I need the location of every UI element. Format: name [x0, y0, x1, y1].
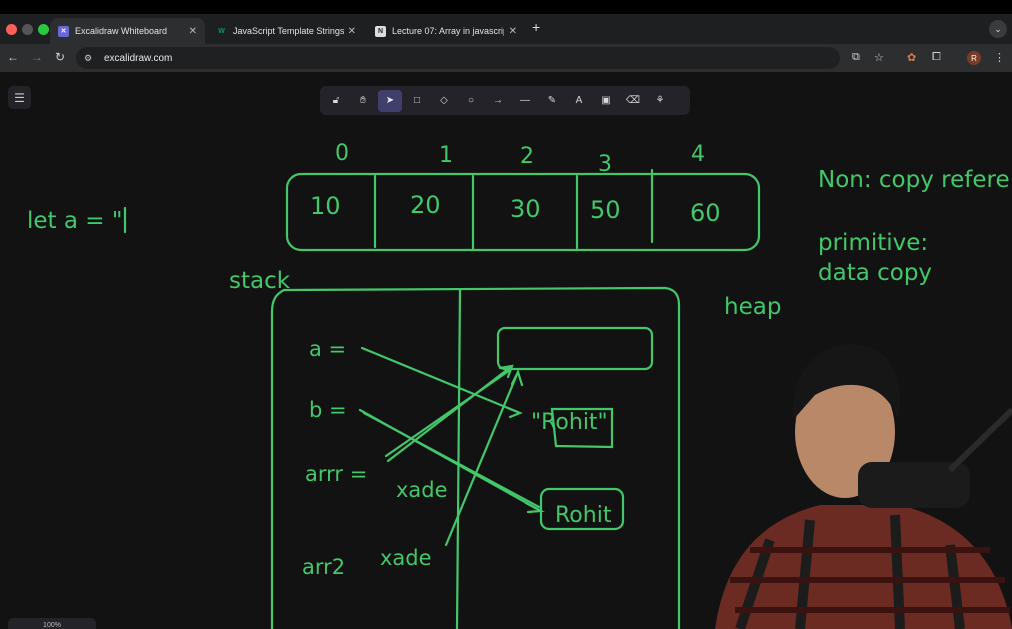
tab-title: Excalidraw Whiteboard	[75, 26, 168, 36]
tab-search-chevron-icon[interactable]: ⌄	[989, 20, 1007, 38]
heap-label: heap	[724, 294, 781, 320]
primitive-note-line1: primitive:	[818, 230, 928, 256]
extensions-puzzle-icon[interactable]: ⧠	[932, 51, 941, 64]
browser-menu-icon[interactable]: ⋮	[994, 51, 1005, 64]
variable-arr2: arr2	[302, 555, 345, 579]
stack-label: stack	[229, 268, 291, 294]
navigation-bar: ← → ↻ ⚙ excalidraw.com ⧉ ☆ ✿ ⧠ R ⋮	[0, 44, 1012, 72]
arrowhead	[510, 369, 524, 387]
whiteboard-drawing: 0 1 2 3 4 10 20 30 50 60 let a = " stack…	[27, 141, 1012, 629]
index-label: 2	[520, 144, 534, 169]
array-value: 20	[410, 191, 441, 219]
w3schools-favicon-icon: W	[218, 27, 225, 35]
index-label: 1	[439, 143, 453, 168]
zoom-indicator[interactable]: 100%	[8, 618, 96, 629]
variable-a: a =	[309, 337, 346, 361]
extension-icon[interactable]: ✿	[907, 51, 916, 64]
left-code-text: let a = "	[27, 208, 122, 234]
index-label: 0	[335, 141, 349, 166]
maximize-window-button[interactable]	[38, 24, 49, 35]
close-window-button[interactable]	[6, 24, 17, 35]
close-tab-icon[interactable]: ✕	[509, 26, 517, 37]
tab-title: JavaScript Template Strings	[233, 26, 345, 36]
minimize-window-button[interactable]	[22, 24, 33, 35]
variable-b: b =	[309, 398, 347, 422]
new-tab-button[interactable]: +	[532, 19, 540, 35]
stack-frame-left	[270, 288, 286, 629]
non-primitive-note: Non: copy refere	[818, 167, 1010, 193]
close-tab-icon[interactable]: ✕	[189, 26, 197, 37]
close-tab-icon[interactable]: ✕	[348, 26, 356, 37]
array-value: 10	[310, 192, 341, 220]
window-top-strip	[0, 0, 1012, 14]
index-label: 4	[691, 142, 705, 167]
stack-heap-divider	[455, 287, 462, 629]
presenter-webcam-overlay	[715, 344, 1012, 629]
index-label: 3	[598, 152, 612, 177]
heap-string-value: Rohit	[555, 503, 612, 528]
notion-favicon-icon: N	[375, 25, 386, 37]
heap-string-value: "Rohit"	[531, 410, 608, 435]
address-label: xade	[396, 478, 448, 502]
address-label: xade	[380, 546, 432, 570]
forward-arrow-icon[interactable]: →	[31, 50, 43, 64]
tab-template-strings[interactable]: W JavaScript Template Strings ✕	[208, 18, 364, 44]
excalidraw-favicon-icon: ✕	[58, 25, 69, 37]
url-text: excalidraw.com	[104, 52, 173, 64]
tab-excalidraw[interactable]: ✕ Excalidraw Whiteboard ✕	[50, 18, 205, 44]
array-value: 30	[510, 195, 541, 223]
bookmark-star-icon[interactable]: ☆	[874, 51, 884, 64]
array-value: 50	[590, 196, 621, 224]
primitive-note-line2: data copy	[818, 260, 932, 286]
profile-avatar[interactable]: R	[967, 51, 981, 65]
install-app-icon[interactable]: ⧉	[852, 51, 860, 64]
tab-lecture[interactable]: N Lecture 07: Array in javascrip ✕	[367, 18, 525, 44]
address-bar[interactable]: ⚙ excalidraw.com	[76, 47, 840, 69]
tab-bar: ✕ Excalidraw Whiteboard ✕ W JavaScript T…	[0, 14, 1012, 44]
tab-title: Lecture 07: Array in javascrip	[392, 26, 504, 36]
variable-arrr: arrr =	[305, 462, 367, 486]
array-value: 60	[690, 199, 721, 227]
heap-array-box	[496, 326, 654, 371]
site-settings-icon[interactable]: ⚙	[84, 53, 94, 63]
back-arrow-icon[interactable]: ←	[7, 50, 19, 64]
excalidraw-canvas[interactable]: ☰ 🔓︎ ✋︎ ➤ □ ◇ ○ → — ✎ A ▣ ⌫ ⚘ 0 1 2 3 4 …	[0, 72, 1012, 629]
reload-icon[interactable]: ↻	[55, 50, 65, 64]
arrowhead	[506, 406, 523, 419]
